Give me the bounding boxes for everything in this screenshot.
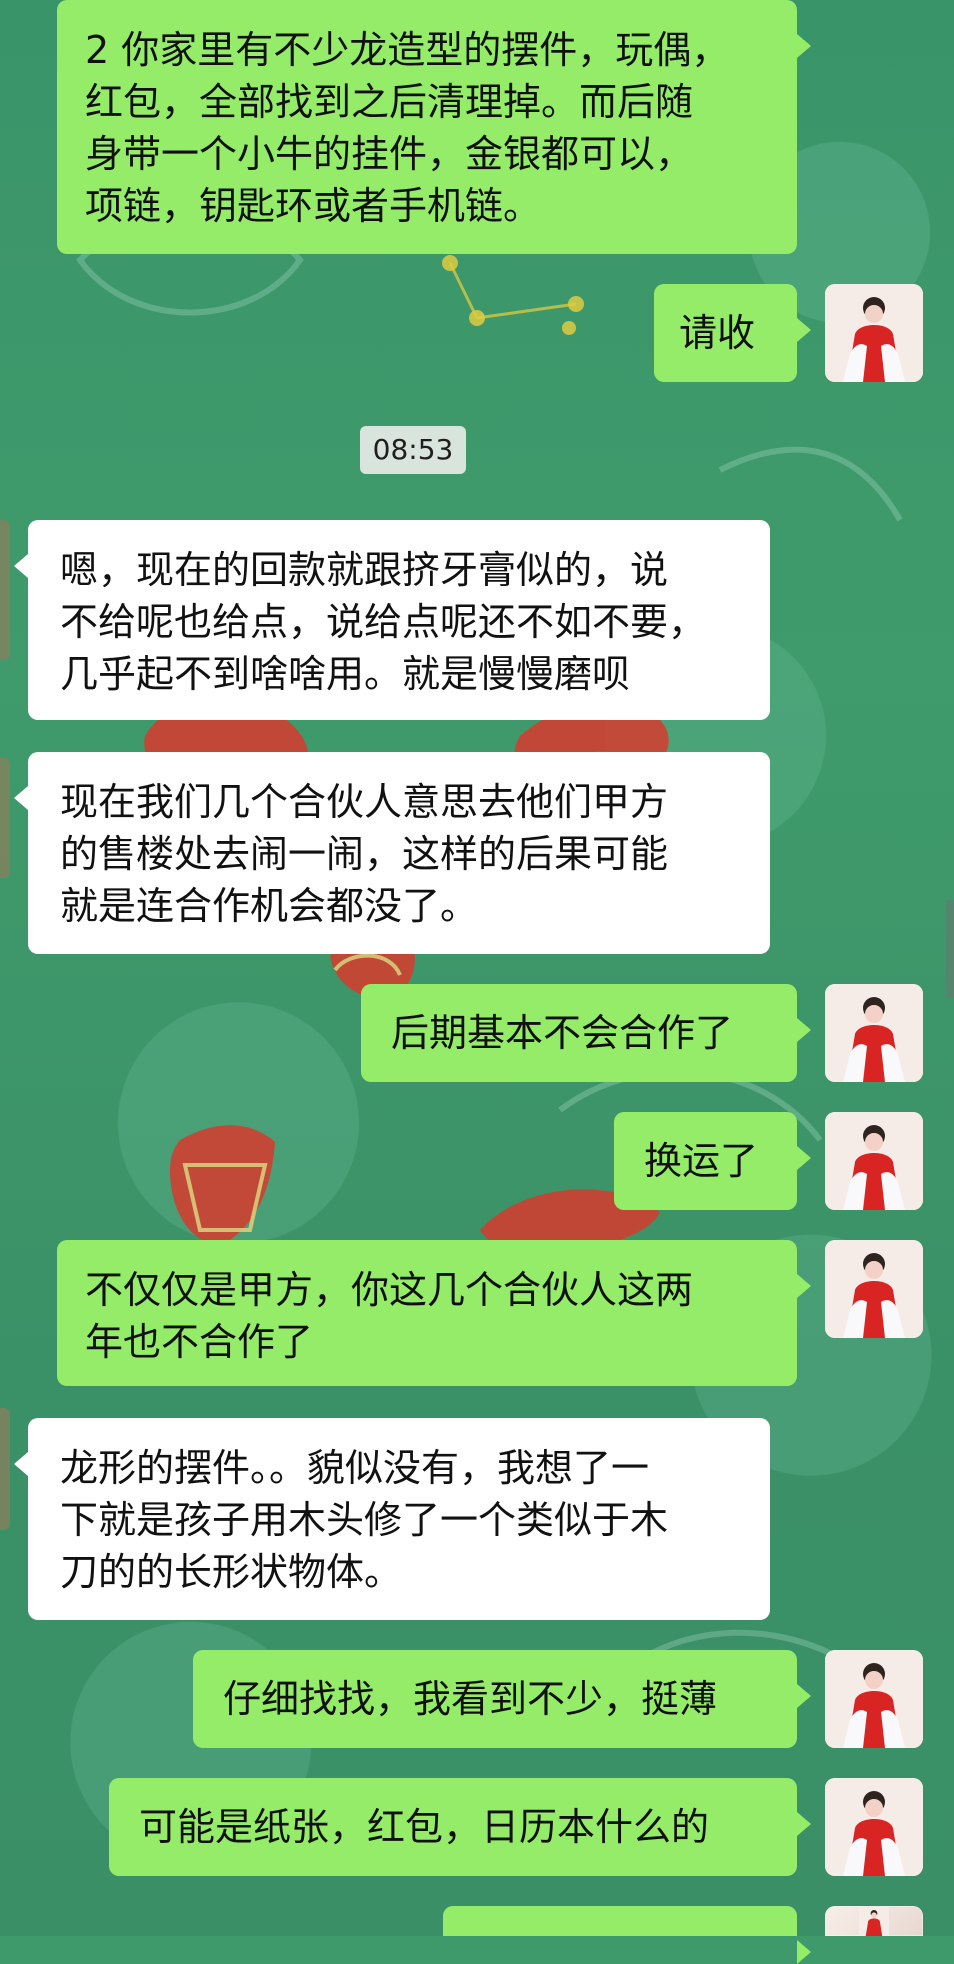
message-bubble[interactable]: 不仅仅是甲方，你这几个合伙人这两 年也不合作了 <box>57 1240 811 1386</box>
message-bubble[interactable]: 嗯，现在的回款就跟挤牙膏似的，说 不给呢也给点，说给点呢还不如不要， 几乎起不到… <box>14 520 770 720</box>
left-avatar-edge <box>0 1408 10 1530</box>
message-bubble[interactable]: 2 你家里有不少龙造型的摆件，玩偶， 红包，全部找到之后清理掉。而后随 身带一个… <box>57 0 811 254</box>
avatar-icon[interactable] <box>825 284 923 382</box>
avatar-icon[interactable] <box>825 1778 923 1876</box>
avatar-icon[interactable] <box>825 1650 923 1748</box>
avatar-icon[interactable] <box>825 1112 923 1210</box>
message-bubble[interactable]: 后期基本不会合作了 <box>361 984 811 1082</box>
avatar-icon[interactable] <box>825 1240 923 1338</box>
message-bubble[interactable]: 可能是纸张，红包，日历本什么的 <box>109 1778 811 1876</box>
message-bubble[interactable]: 龙形的摆件。。貌似没有，我想了一 下就是孩子用木头修了一个类似于木 刀的的长形状… <box>14 1418 770 1620</box>
chat-area: 2 你家里有不少龙造型的摆件，玩偶， 红包，全部找到之后清理掉。而后随 身带一个… <box>0 0 954 1964</box>
avatar-icon[interactable] <box>825 1906 923 1936</box>
message-bubble[interactable]: 换运了 <box>614 1112 811 1210</box>
left-avatar-edge <box>0 758 10 878</box>
scroll-indicator[interactable] <box>946 900 954 998</box>
message-bubble[interactable]: 现在我们几个合伙人意思去他们甲方 的售楼处去闹一闹，这样的后果可能 就是连合作机… <box>14 752 770 954</box>
timestamp: 08:53 <box>360 426 466 474</box>
left-avatar-edge <box>0 520 10 660</box>
message-bubble[interactable]: 仔细找找，我看到不少，挺薄 <box>193 1650 811 1748</box>
message-bubble[interactable]: 请收 <box>654 284 811 382</box>
avatar-icon[interactable] <box>825 984 923 1082</box>
partial-message-bubble[interactable] <box>443 1906 811 1964</box>
